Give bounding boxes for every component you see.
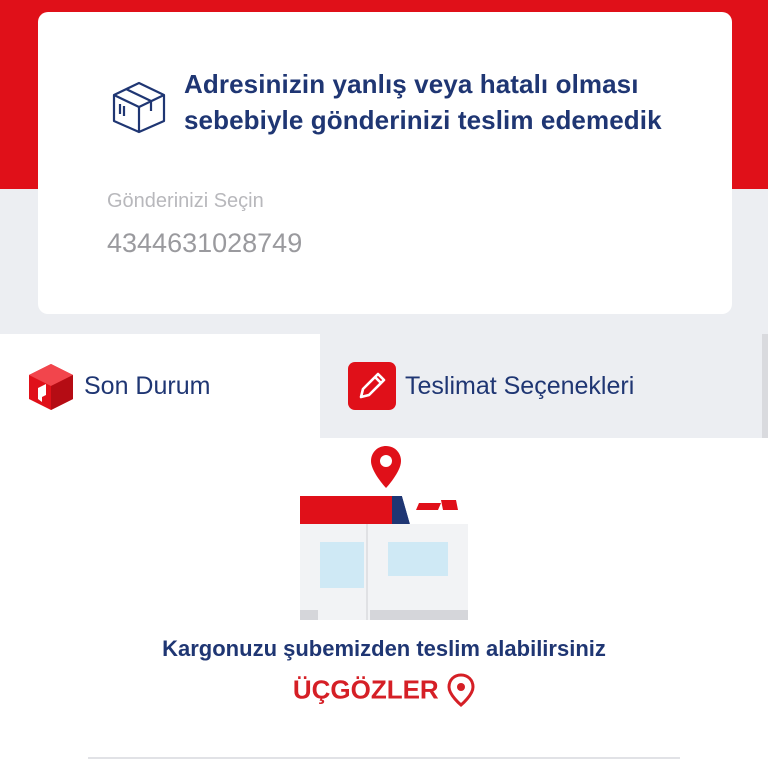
pencil-icon <box>348 362 396 410</box>
shipment-select-label: Gönderinizi Seçin <box>107 190 264 212</box>
pickup-message: Kargonuzu şubemizden teslim alabilirsini… <box>162 636 606 661</box>
tab-teslimat-secenekleri[interactable]: Teslimat Seçenekleri <box>320 334 768 438</box>
tab-scroll-edge <box>762 334 768 438</box>
shipment-card: Adresinizin yanlış veya hatalı olması se… <box>38 12 732 314</box>
branch-name-row[interactable]: ÜÇGÖZLER <box>0 673 768 707</box>
delivery-failure-message: Adresinizin yanlış veya hatalı olması se… <box>184 69 662 135</box>
branch-location-icon <box>447 673 475 707</box>
shipment-select[interactable]: 4344631028749 <box>107 228 302 259</box>
box-icon <box>29 364 73 410</box>
branch-name: ÜÇGÖZLER <box>292 674 439 705</box>
tab-son-durum[interactable]: Son Durum <box>0 334 320 438</box>
location-pin-icon <box>371 446 401 488</box>
tab-teslimat-secenekleri-label: Teslimat Seçenekleri <box>405 372 635 400</box>
tab-son-durum-label: Son Durum <box>84 372 211 400</box>
branch-store-illustration <box>300 496 468 620</box>
section-divider <box>88 757 680 759</box>
package-icon <box>112 81 166 134</box>
tab-bar: Son Durum Teslimat Seçenekleri <box>0 334 768 438</box>
